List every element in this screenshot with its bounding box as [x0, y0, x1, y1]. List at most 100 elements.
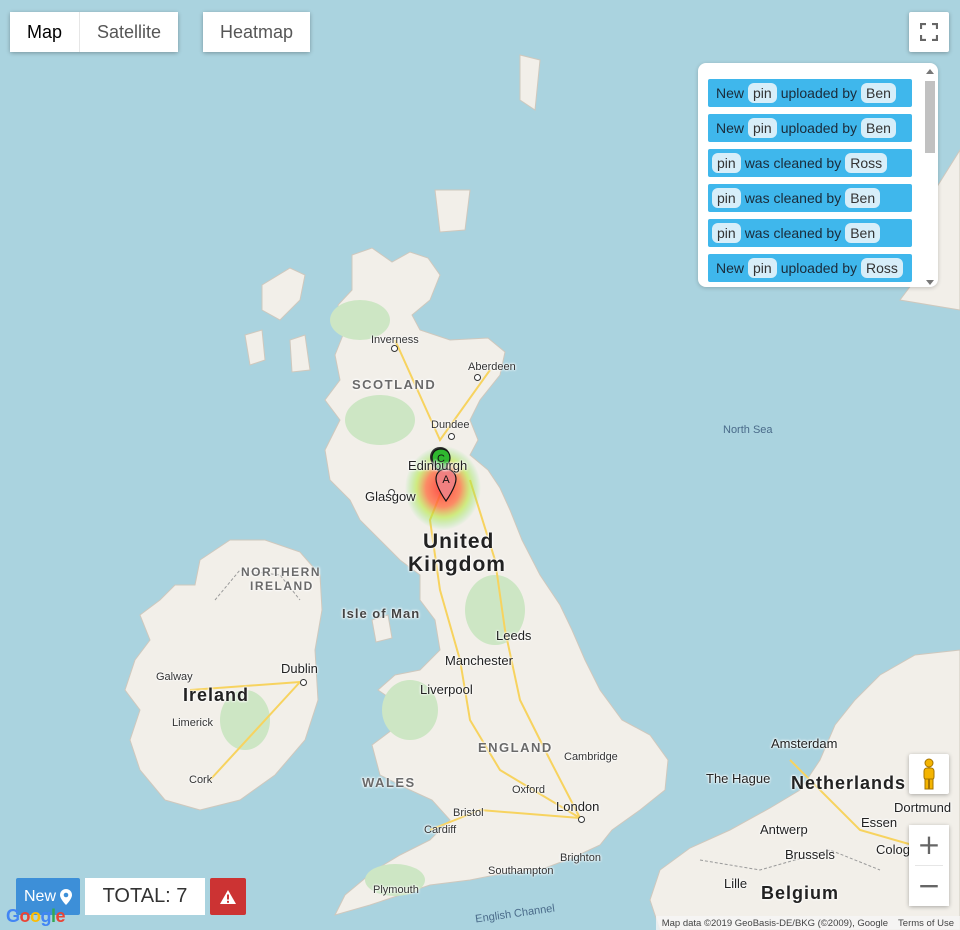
label-colog: Colog [876, 842, 910, 857]
label-galway: Galway [156, 671, 193, 683]
inverness-dot [391, 345, 398, 352]
label-brussels: Brussels [785, 847, 835, 862]
label-united: United [423, 530, 495, 553]
scroll-down-arrow-icon[interactable] [926, 280, 934, 285]
activity-feed[interactable]: New pin uploaded by Ben New pin uploaded by Ben… [698, 63, 938, 287]
feed-item-user-chip: Ross [861, 258, 903, 278]
feed-item[interactable]: pin was cleaned by Ben [708, 219, 912, 247]
label-essen: Essen [861, 815, 898, 830]
map-pin-icon [60, 888, 72, 905]
feed-item-object-chip: pin [712, 153, 741, 173]
label-cork: Cork [189, 774, 213, 786]
map-canvas[interactable]: C A Inverness Aberdeen SCOTLAND Dundee E… [0, 0, 960, 930]
label-belgium: Belgium [761, 883, 840, 903]
label-oxford: Oxford [512, 784, 546, 796]
feed-item-user-chip: Ben [845, 188, 881, 208]
scroll-thumb[interactable] [925, 81, 935, 153]
label-leeds: Leeds [496, 628, 532, 643]
label-aberdeen: Aberdeen [468, 361, 516, 373]
label-isle-of-man: Isle of Man [342, 606, 421, 621]
zoom-in-button[interactable]: + [909, 825, 949, 865]
label-bristol: Bristol [453, 807, 484, 819]
label-netherlands: Netherlands [791, 773, 907, 793]
fullscreen-button[interactable] [909, 12, 949, 52]
dundee-dot [448, 433, 455, 440]
scroll-up-arrow-icon[interactable] [926, 69, 934, 74]
feed-item-object-chip: pin [748, 258, 777, 278]
map-attribution: Map data ©2019 GeoBasis-DE/BKG (©2009), … [655, 916, 960, 930]
label-ireland: Ireland [183, 685, 250, 705]
attribution-text: Map data ©2019 GeoBasis-DE/BKG (©2009), … [661, 917, 889, 929]
feed-item[interactable]: pin was cleaned by Ross [708, 149, 912, 177]
zoom-out-button[interactable]: − [909, 866, 949, 906]
heatmap-toggle-button[interactable]: Heatmap [203, 12, 311, 52]
label-ireland-ni: IRELAND [250, 579, 314, 593]
label-wales: WALES [362, 775, 416, 790]
map-markers[interactable]: C A [428, 445, 468, 505]
label-scotland: SCOTLAND [352, 377, 437, 392]
label-glasgow: Glasgow [365, 489, 416, 504]
terms-of-use-link[interactable]: Terms of Use [898, 918, 954, 929]
feed-item-action: was cleaned by [744, 190, 842, 206]
alert-button[interactable] [210, 878, 246, 915]
feed-item-user-chip: Ben [861, 118, 896, 138]
new-pin-label: New [23, 887, 56, 905]
marker-a-label: A [442, 474, 450, 486]
warning-icon [220, 889, 236, 904]
feed-item-prefix: New [716, 120, 745, 136]
feed-item-action: uploaded by [780, 120, 857, 136]
feed-item-prefix: New [716, 260, 745, 276]
feed-item-action: was cleaned by [744, 155, 842, 171]
fullscreen-icon [920, 23, 938, 41]
minus-icon: − [917, 869, 941, 902]
label-edinburgh: Edinburgh [408, 458, 468, 473]
feed-item[interactable]: New pin uploaded by Ben [708, 79, 912, 107]
feed-item-object-chip: pin [712, 223, 741, 243]
label-dublin: Dublin [281, 661, 318, 676]
label-north-sea: North Sea [723, 424, 773, 436]
label-northern: NORTHERN [241, 565, 321, 579]
label-the-hague: The Hague [706, 771, 771, 786]
total-count: TOTAL: 7 [85, 878, 205, 915]
label-lille: Lille [724, 876, 748, 891]
zoom-control: + − [909, 825, 949, 906]
feed-item-user-chip: Ross [845, 153, 888, 173]
label-southampton: Southampton [488, 865, 554, 877]
label-dortmund: Dortmund [894, 800, 952, 815]
label-inverness: Inverness [371, 334, 419, 346]
feed-item[interactable]: New pin uploaded by Ross [708, 254, 912, 282]
label-london: London [556, 799, 600, 814]
aberdeen-dot [474, 374, 481, 381]
pegman-icon [923, 758, 935, 790]
label-cardiff: Cardiff [424, 824, 457, 836]
feed-item-object-chip: pin [712, 188, 741, 208]
label-manchester: Manchester [445, 653, 513, 668]
feed-item-object-chip: pin [748, 83, 777, 103]
feed-item[interactable]: New pin uploaded by Ben [708, 114, 912, 142]
label-antwerp: Antwerp [760, 822, 808, 837]
feed-item-user-chip: Ben [845, 223, 881, 243]
feed-item-user-chip: Ben [861, 83, 896, 103]
street-view-pegman[interactable] [909, 754, 949, 794]
feed-item-action: uploaded by [780, 260, 857, 276]
map-type-map-button[interactable]: Map [10, 12, 81, 52]
label-cambridge: Cambridge [564, 751, 618, 763]
label-amsterdam: Amsterdam [771, 736, 838, 751]
feed-item-object-chip: pin [748, 118, 777, 138]
feed-item[interactable]: pin was cleaned by Ben [708, 184, 912, 212]
feed-item-prefix: New [716, 85, 745, 101]
heatmap-control: Heatmap [203, 12, 311, 52]
map-type-satellite-button[interactable]: Satellite [80, 12, 179, 52]
dublin-dot [300, 679, 307, 686]
activity-feed-list: New pin uploaded by Ben New pin uploaded by Ben… [708, 79, 912, 287]
label-plymouth: Plymouth [373, 884, 419, 896]
label-brighton: Brighton [560, 852, 601, 864]
label-liverpool: Liverpool [420, 682, 473, 697]
label-kingdom: Kingdom [408, 553, 506, 576]
feed-scrollbar[interactable] [924, 69, 936, 285]
label-dundee: Dundee [431, 419, 470, 431]
feed-item-action: uploaded by [780, 85, 857, 101]
label-england: ENGLAND [478, 740, 553, 755]
map-type-control: Map Satellite [10, 12, 179, 52]
google-logo: Google [6, 906, 66, 926]
